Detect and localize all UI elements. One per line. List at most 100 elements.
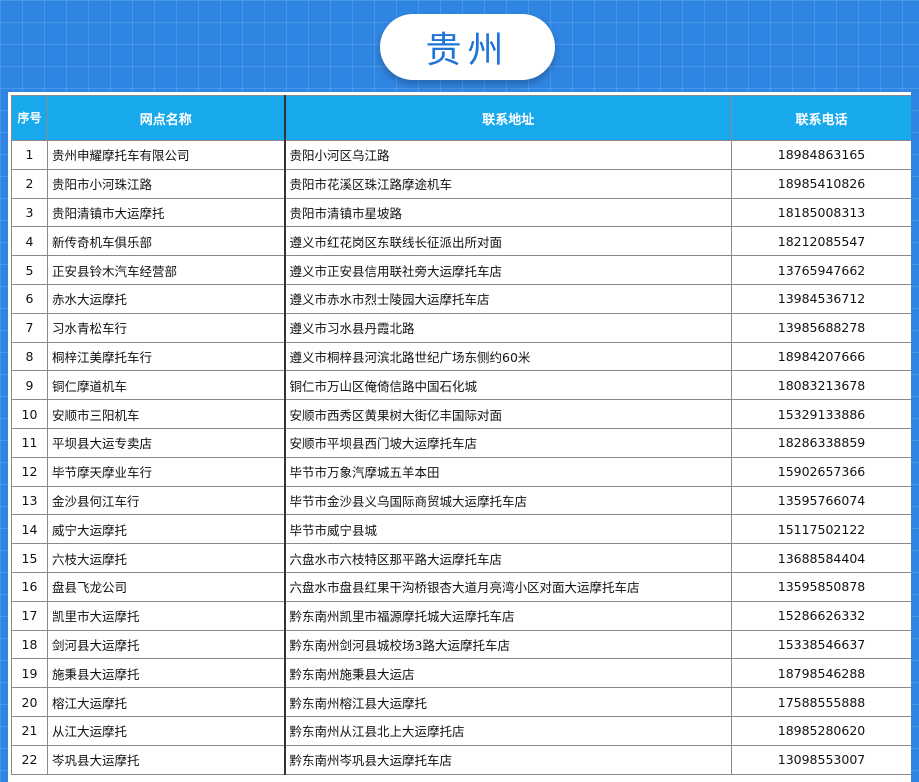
cell-address: 六盘水市六枝特区那平路大运摩托车店 bbox=[283, 543, 732, 573]
cell-phone: 18798546288 bbox=[731, 658, 911, 689]
cell-name: 贵阳清镇市大运摩托 bbox=[47, 197, 285, 228]
cell-name: 桐梓江美摩托车行 bbox=[47, 341, 285, 372]
table-row: 4 新传奇机车俱乐部 遵义市红花岗区东联线长征派出所对面 18212085547 bbox=[11, 226, 911, 257]
cell-phone: 15338546637 bbox=[731, 629, 911, 660]
table-row: 14 威宁大运摩托 毕节市威宁县城 15117502122 bbox=[11, 514, 911, 545]
header-seq: 序号 bbox=[11, 95, 48, 141]
cell-phone: 18286338859 bbox=[731, 427, 911, 458]
cell-seq: 11 bbox=[11, 427, 48, 458]
cell-name: 金沙县何江车行 bbox=[47, 485, 285, 516]
cell-phone: 15902657366 bbox=[731, 456, 911, 487]
table-header-row: 序号 网点名称 联系地址 联系电话 bbox=[11, 95, 911, 141]
cell-name: 铜仁摩道机车 bbox=[47, 370, 285, 401]
cell-address: 贵阳市花溪区珠江路摩途机车 bbox=[283, 168, 732, 199]
table-row: 15 六枝大运摩托 六盘水市六枝特区那平路大运摩托车店 13688584404 bbox=[11, 543, 911, 573]
cell-phone: 13984536712 bbox=[731, 283, 911, 314]
table-row: 18 剑河县大运摩托 黔东南州剑河县城校场3路大运摩托车店 15338546637 bbox=[11, 629, 911, 660]
cell-phone: 15117502122 bbox=[731, 514, 911, 545]
table-row: 3 贵阳清镇市大运摩托 贵阳市清镇市星坡路 18185008313 bbox=[11, 197, 911, 228]
cell-name: 新传奇机车俱乐部 bbox=[47, 226, 285, 257]
cell-seq: 10 bbox=[11, 399, 48, 429]
cell-name: 六枝大运摩托 bbox=[47, 543, 285, 573]
cell-seq: 18 bbox=[11, 629, 48, 660]
cell-phone: 18985410826 bbox=[731, 168, 911, 199]
cell-phone: 17588555888 bbox=[731, 687, 911, 717]
table-row: 21 从江大运摩托 黔东南州从江县北上大运摩托店 18985280620 bbox=[11, 715, 911, 746]
cell-seq: 19 bbox=[11, 658, 48, 689]
cell-address: 黔东南州榕江县大运摩托 bbox=[283, 687, 732, 717]
cell-phone: 18212085547 bbox=[731, 226, 911, 257]
cell-phone: 15286626332 bbox=[731, 600, 911, 631]
table-row: 8 桐梓江美摩托车行 遵义市桐梓县河滨北路世纪广场东侧约60米 18984207666 bbox=[11, 341, 911, 372]
cell-name: 剑河县大运摩托 bbox=[47, 629, 285, 660]
cell-address: 遵义市正安县信用联社旁大运摩托车店 bbox=[283, 255, 732, 285]
cell-address: 安顺市平坝县西门坡大运摩托车店 bbox=[283, 427, 732, 458]
cell-phone: 18083213678 bbox=[731, 370, 911, 401]
cell-name: 从江大运摩托 bbox=[47, 715, 285, 746]
table-row: 9 铜仁摩道机车 铜仁市万山区俺倚信路中国石化城 18083213678 bbox=[11, 370, 911, 401]
cell-seq: 1 bbox=[11, 140, 48, 170]
cell-seq: 3 bbox=[11, 197, 48, 228]
cell-name: 毕节摩天摩业车行 bbox=[47, 456, 285, 487]
cell-seq: 6 bbox=[11, 283, 48, 314]
table-row: 10 安顺市三阳机车 安顺市西秀区黄果树大街亿丰国际对面 15329133886 bbox=[11, 399, 911, 429]
cell-phone: 18984207666 bbox=[731, 341, 911, 372]
cell-address: 铜仁市万山区俺倚信路中国石化城 bbox=[283, 370, 732, 401]
cell-seq: 5 bbox=[11, 255, 48, 285]
cell-seq: 7 bbox=[11, 312, 48, 343]
table-row: 13 金沙县何江车行 毕节市金沙县义乌国际商贸城大运摩托车店 13595766074 bbox=[11, 485, 911, 516]
cell-address: 黔东南州岑巩县大运摩托车店 bbox=[283, 744, 732, 775]
table-row: 17 凯里市大运摩托 黔东南州凯里市福源摩托城大运摩托车店 15286626332 bbox=[11, 600, 911, 631]
cell-address: 遵义市桐梓县河滨北路世纪广场东侧约60米 bbox=[283, 341, 732, 372]
dealer-table: 序号 网点名称 联系地址 联系电话 1 贵州申耀摩托车有限公司 贵阳小河区乌江路 18… bbox=[11, 95, 911, 775]
cell-address: 遵义市红花岗区东联线长征派出所对面 bbox=[283, 226, 732, 257]
cell-name: 施秉县大运摩托 bbox=[47, 658, 285, 689]
cell-address: 安顺市西秀区黄果树大街亿丰国际对面 bbox=[283, 399, 732, 429]
cell-name: 盘县飞龙公司 bbox=[47, 571, 285, 602]
cell-seq: 8 bbox=[11, 341, 48, 372]
table-row: 2 贵阳市小河珠江路 贵阳市花溪区珠江路摩途机车 18985410826 bbox=[11, 168, 911, 199]
cell-seq: 2 bbox=[11, 168, 48, 199]
cell-name: 平坝县大运专卖店 bbox=[47, 427, 285, 458]
table-row: 11 平坝县大运专卖店 安顺市平坝县西门坡大运摩托车店 18286338859 bbox=[11, 427, 911, 458]
cell-address: 遵义市赤水市烈士陵园大运摩托车店 bbox=[283, 283, 732, 314]
cell-phone: 13098553007 bbox=[731, 744, 911, 775]
cell-name: 贵阳市小河珠江路 bbox=[47, 168, 285, 199]
cell-seq: 22 bbox=[11, 744, 48, 775]
table-row: 7 习水青松车行 遵义市习水县丹霞北路 13985688278 bbox=[11, 312, 911, 343]
table-row: 6 赤水大运摩托 遵义市赤水市烈士陵园大运摩托车店 13984536712 bbox=[11, 283, 911, 314]
table-row: 19 施秉县大运摩托 黔东南州施秉县大运店 18798546288 bbox=[11, 658, 911, 689]
dealer-table-sheet: 序号 网点名称 联系地址 联系电话 1 贵州申耀摩托车有限公司 贵阳小河区乌江路 18… bbox=[8, 92, 911, 782]
cell-address: 毕节市万象汽摩城五羊本田 bbox=[283, 456, 732, 487]
cell-name: 榕江大运摩托 bbox=[47, 687, 285, 717]
cell-address: 黔东南州施秉县大运店 bbox=[283, 658, 732, 689]
cell-address: 遵义市习水县丹霞北路 bbox=[283, 312, 732, 343]
cell-seq: 16 bbox=[11, 571, 48, 602]
cell-phone: 15329133886 bbox=[731, 399, 911, 429]
cell-name: 安顺市三阳机车 bbox=[47, 399, 285, 429]
cell-name: 赤水大运摩托 bbox=[47, 283, 285, 314]
cell-name: 威宁大运摩托 bbox=[47, 514, 285, 545]
cell-phone: 13688584404 bbox=[731, 543, 911, 573]
table-row: 12 毕节摩天摩业车行 毕节市万象汽摩城五羊本田 15902657366 bbox=[11, 456, 911, 487]
cell-seq: 14 bbox=[11, 514, 48, 545]
cell-name: 凯里市大运摩托 bbox=[47, 600, 285, 631]
cell-address: 贵阳市清镇市星坡路 bbox=[283, 197, 732, 228]
cell-address: 六盘水市盘县红果干沟桥银杏大道月亮湾小区对面大运摩托车店 bbox=[283, 571, 732, 602]
cell-phone: 13595850878 bbox=[731, 571, 911, 602]
table-row: 20 榕江大运摩托 黔东南州榕江县大运摩托 17588555888 bbox=[11, 687, 911, 717]
cell-phone: 18185008313 bbox=[731, 197, 911, 228]
cell-phone: 13765947662 bbox=[731, 255, 911, 285]
cell-seq: 17 bbox=[11, 600, 48, 631]
cell-seq: 21 bbox=[11, 715, 48, 746]
table-row: 22 岑巩县大运摩托 黔东南州岑巩县大运摩托车店 13098553007 bbox=[11, 744, 911, 775]
table-row: 16 盘县飞龙公司 六盘水市盘县红果干沟桥银杏大道月亮湾小区对面大运摩托车店 1359… bbox=[11, 571, 911, 602]
cell-address: 黔东南州剑河县城校场3路大运摩托车店 bbox=[283, 629, 732, 660]
header-name: 网点名称 bbox=[47, 95, 285, 141]
cell-address: 黔东南州凯里市福源摩托城大运摩托车店 bbox=[283, 600, 732, 631]
cell-seq: 4 bbox=[11, 226, 48, 257]
cell-phone: 18985280620 bbox=[731, 715, 911, 746]
cell-phone: 18984863165 bbox=[731, 140, 911, 170]
cell-name: 正安县铃木汽车经营部 bbox=[47, 255, 285, 285]
page-title: 贵州 bbox=[380, 14, 555, 80]
